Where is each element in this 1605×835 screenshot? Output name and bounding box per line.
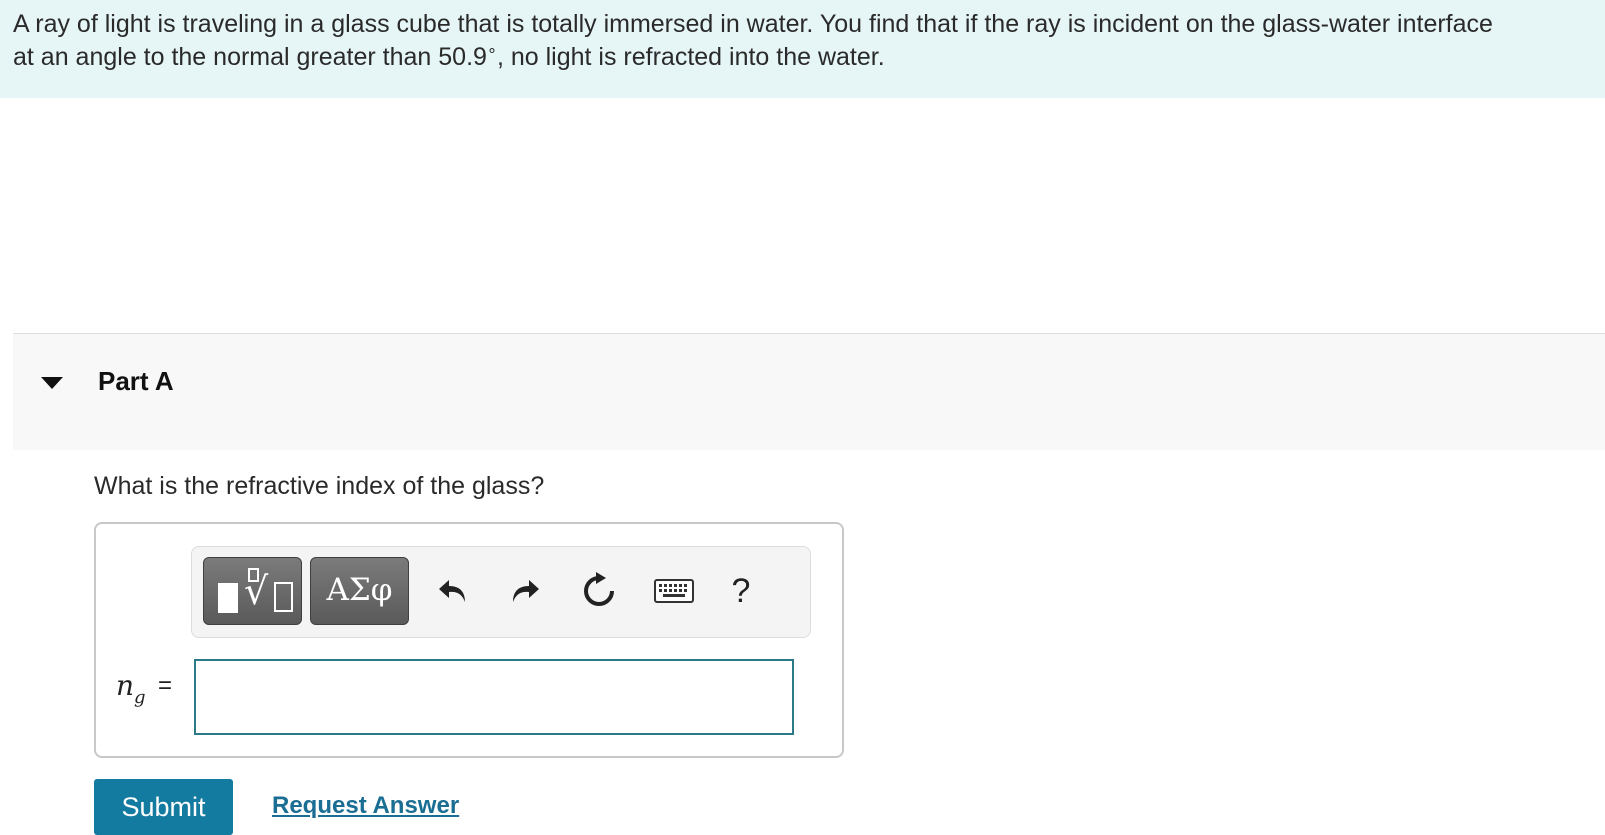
symbols-icon: ΑΣφ — [326, 572, 393, 608]
reset-icon — [584, 572, 614, 606]
math-toolbar: √ ΑΣφ ? — [191, 546, 811, 638]
help-icon: ? — [731, 571, 751, 610]
request-answer-link[interactable]: Request Answer — [272, 792, 459, 820]
problem-text-line-1: A ray of light is traveling in a glass c… — [13, 10, 1493, 38]
variable-symbol: n — [116, 669, 135, 702]
collapse-caret-icon[interactable] — [41, 377, 63, 389]
submit-button[interactable]: Submit — [94, 779, 233, 835]
templates-index-box — [248, 568, 259, 582]
answer-input[interactable] — [194, 659, 794, 735]
undo-button[interactable] — [428, 565, 476, 617]
variable-label: ng — [116, 669, 146, 708]
part-a-header[interactable]: Part A — [13, 333, 1605, 450]
answer-box: √ ΑΣφ ? ng = — [94, 522, 844, 758]
keyboard-button[interactable] — [650, 565, 698, 617]
templates-radicand-box — [274, 582, 293, 612]
degree-symbol: ∘ — [486, 42, 497, 59]
symbols-button[interactable]: ΑΣφ — [310, 557, 409, 625]
problem-text-angle: at an angle to the normal greater than 5… — [13, 43, 487, 71]
undo-icon — [439, 580, 465, 602]
templates-button[interactable]: √ — [203, 557, 302, 625]
problem-text-end: , no light is refracted into the water. — [496, 43, 885, 71]
variable-subscript: g — [134, 687, 146, 708]
keyboard-icon — [654, 579, 694, 603]
question-text: What is the refractive index of the glas… — [94, 472, 545, 500]
redo-button[interactable] — [502, 565, 550, 617]
help-button[interactable]: ? — [717, 565, 765, 617]
reset-button[interactable] — [575, 565, 623, 617]
problem-statement: A ray of light is traveling in a glass c… — [0, 0, 1605, 98]
templates-icon — [218, 583, 238, 613]
equals-sign: = — [158, 672, 173, 699]
part-title: Part A — [98, 366, 174, 396]
redo-icon — [513, 580, 539, 602]
problem-text-line-2: at an angle to the normal greater than 5… — [13, 41, 1592, 74]
